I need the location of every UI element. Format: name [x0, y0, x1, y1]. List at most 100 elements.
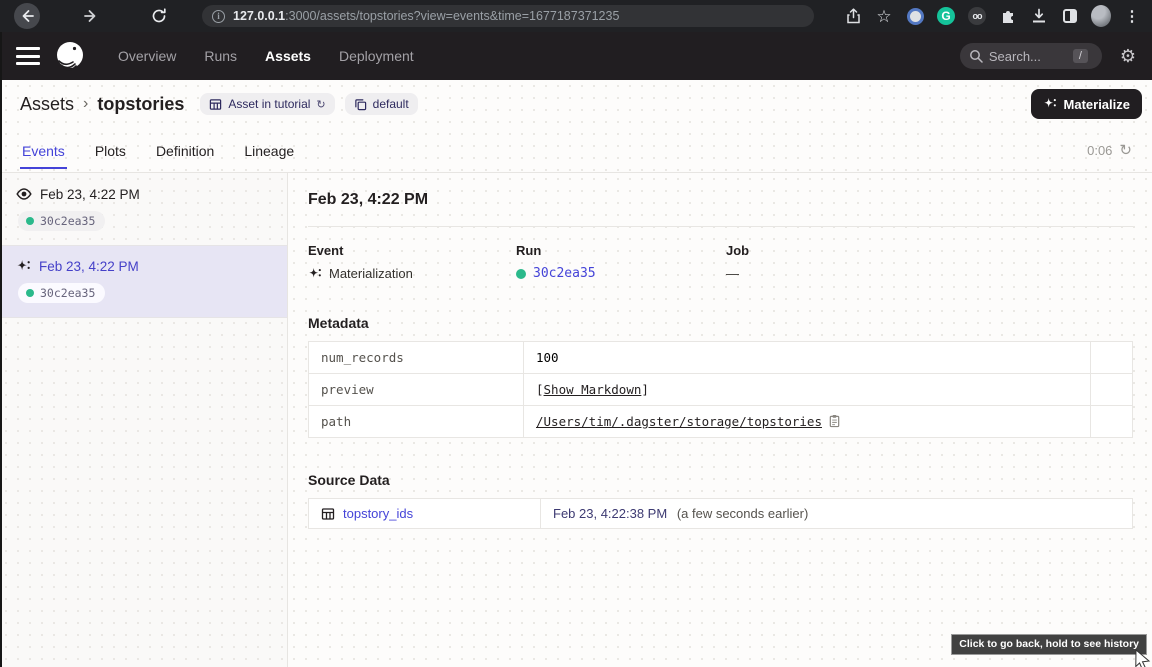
- metadata-value: /Users/tim/.dagster/storage/topstories: [524, 406, 1091, 438]
- breadcrumb: Assets › topstories: [20, 94, 184, 115]
- source-timestamp[interactable]: Feb 23, 4:22:38 PM: [553, 506, 667, 521]
- metadata-key: num_records: [309, 342, 524, 374]
- table-grid-icon: [321, 507, 335, 521]
- metadata-actions-cell: [1091, 374, 1133, 406]
- metadata-key: path: [309, 406, 524, 438]
- breadcrumb-assets-link[interactable]: Assets: [20, 94, 74, 115]
- search-input[interactable]: [989, 49, 1067, 64]
- url-rest: :3000/assets/topstories?view=events&time…: [285, 9, 619, 23]
- bracket: ]: [641, 382, 649, 397]
- event-time: Feb 23, 4:22 PM: [40, 187, 140, 202]
- table-row: path /Users/tim/.dagster/storage/topstor…: [309, 406, 1133, 438]
- back-button-tooltip: Click to go back, hold to see history: [951, 634, 1147, 655]
- download-icon[interactable]: [1029, 6, 1049, 26]
- dagster-logo: [54, 40, 86, 72]
- tab-lineage[interactable]: Lineage: [242, 143, 296, 169]
- nav-item-overview[interactable]: Overview: [118, 48, 176, 64]
- back-arrow-icon: [19, 8, 35, 24]
- event-run-badge[interactable]: 30c2ea35: [18, 283, 105, 303]
- refresh-timer: 0:06: [1087, 143, 1112, 158]
- bracket: [: [536, 382, 544, 397]
- table-row: topstory_ids Feb 23, 4:22:38 PM (a few s…: [309, 499, 1133, 529]
- event-run-badge[interactable]: 30c2ea35: [18, 211, 105, 231]
- browser-forward-button[interactable]: [78, 3, 104, 29]
- share-icon[interactable]: [843, 6, 863, 26]
- mouse-cursor: [1134, 649, 1152, 667]
- materialization-sparkle-icon: [16, 259, 31, 274]
- nav-item-runs[interactable]: Runs: [204, 48, 237, 64]
- url-text: 127.0.0.1:3000/assets/topstories?view=ev…: [233, 9, 619, 23]
- settings-gear-icon[interactable]: ⚙: [1120, 47, 1136, 65]
- source-data-heading: Source Data: [308, 472, 1133, 488]
- path-link[interactable]: /Users/tim/.dagster/storage/topstories: [536, 414, 822, 429]
- breadcrumb-separator: ›: [83, 95, 88, 113]
- materialize-button[interactable]: Materialize: [1031, 89, 1142, 119]
- profile-avatar[interactable]: [1091, 6, 1111, 26]
- puzzle-extension-icon[interactable]: [998, 6, 1018, 26]
- repo-badge-label: default: [373, 97, 409, 111]
- forward-arrow-icon: [83, 8, 99, 24]
- source-data-table: topstory_ids Feb 23, 4:22:38 PM (a few s…: [308, 498, 1133, 529]
- browser-reload-button[interactable]: [146, 3, 172, 29]
- sidebar-toggle-icon[interactable]: [1060, 6, 1080, 26]
- metadata-key: preview: [309, 374, 524, 406]
- run-id-link[interactable]: 30c2ea35: [533, 266, 596, 281]
- event-list-item-materialization[interactable]: Feb 23, 4:22 PM 30c2ea35: [0, 246, 287, 318]
- metadata-table: num_records 100 preview [Show Markdown] …: [308, 341, 1133, 438]
- run-status-dot: [26, 217, 34, 225]
- asset-header: Assets › topstories Asset in tutorial ↻ …: [0, 80, 1152, 128]
- asset-name: topstories: [97, 94, 184, 115]
- url-host: 127.0.0.1: [233, 9, 285, 23]
- job-value: —: [726, 266, 739, 281]
- site-info-icon[interactable]: i: [212, 10, 225, 23]
- glasses-extension-icon[interactable]: oo: [967, 6, 987, 26]
- copy-stack-icon: [354, 98, 367, 111]
- refresh-icon[interactable]: ↻: [1119, 141, 1132, 159]
- event-column: Event Materialization: [308, 243, 516, 281]
- metadata-heading: Metadata: [308, 315, 1133, 331]
- browser-menu-icon[interactable]: ⋮: [1122, 6, 1142, 26]
- bookmark-star-icon[interactable]: ☆: [874, 6, 894, 26]
- run-id: 30c2ea35: [40, 214, 95, 228]
- divider: [308, 226, 1133, 227]
- event-time: Feb 23, 4:22 PM: [39, 259, 139, 274]
- nav-item-assets[interactable]: Assets: [265, 48, 311, 64]
- run-status-dot: [26, 289, 34, 297]
- run-column-label: Run: [516, 243, 726, 258]
- tab-definition[interactable]: Definition: [154, 143, 216, 169]
- tab-plots[interactable]: Plots: [93, 143, 128, 169]
- materialize-sparkle-icon: [1043, 97, 1057, 111]
- event-list-sidebar: Feb 23, 4:22 PM 30c2ea35 Feb 23, 4:22 PM…: [0, 173, 288, 667]
- event-column-label: Event: [308, 243, 516, 258]
- reload-icon: [151, 8, 167, 24]
- show-markdown-link[interactable]: Show Markdown: [544, 382, 642, 397]
- metadata-value: 100: [524, 342, 1091, 374]
- asset-group-badge[interactable]: Asset in tutorial ↻: [200, 93, 334, 115]
- hamburger-menu-icon[interactable]: [16, 47, 40, 65]
- metadata-value: [Show Markdown]: [524, 374, 1091, 406]
- table-row: num_records 100: [309, 342, 1133, 374]
- run-id: 30c2ea35: [40, 286, 95, 300]
- search-box[interactable]: /: [960, 43, 1102, 69]
- source-asset-link[interactable]: topstory_ids: [321, 506, 528, 521]
- extension-ring-icon[interactable]: [905, 6, 925, 26]
- table-grid-icon: [209, 98, 222, 111]
- clipboard-copy-icon[interactable]: [828, 414, 841, 428]
- nav-item-deployment[interactable]: Deployment: [339, 48, 414, 64]
- source-timestamp-note: (a few seconds earlier): [677, 506, 809, 521]
- asset-tabs: Events Plots Definition Lineage 0:06 ↻: [0, 128, 1152, 173]
- materialization-sparkle-icon: [308, 267, 322, 281]
- browser-back-button[interactable]: [14, 3, 40, 29]
- address-bar[interactable]: i 127.0.0.1:3000/assets/topstories?view=…: [202, 5, 814, 27]
- source-asset-name: topstory_ids: [343, 506, 413, 521]
- materialize-label: Materialize: [1064, 97, 1130, 112]
- grammarly-extension-icon[interactable]: G: [936, 6, 956, 26]
- window-edge: [0, 32, 2, 667]
- metadata-actions-cell: [1091, 406, 1133, 438]
- event-list-item-observation[interactable]: Feb 23, 4:22 PM 30c2ea35: [0, 173, 287, 246]
- tab-events[interactable]: Events: [20, 143, 67, 169]
- repo-badge[interactable]: default: [345, 93, 418, 115]
- asset-group-label: Asset in tutorial: [228, 97, 310, 111]
- badge-refresh-icon[interactable]: ↻: [316, 98, 325, 111]
- search-icon: [969, 49, 983, 63]
